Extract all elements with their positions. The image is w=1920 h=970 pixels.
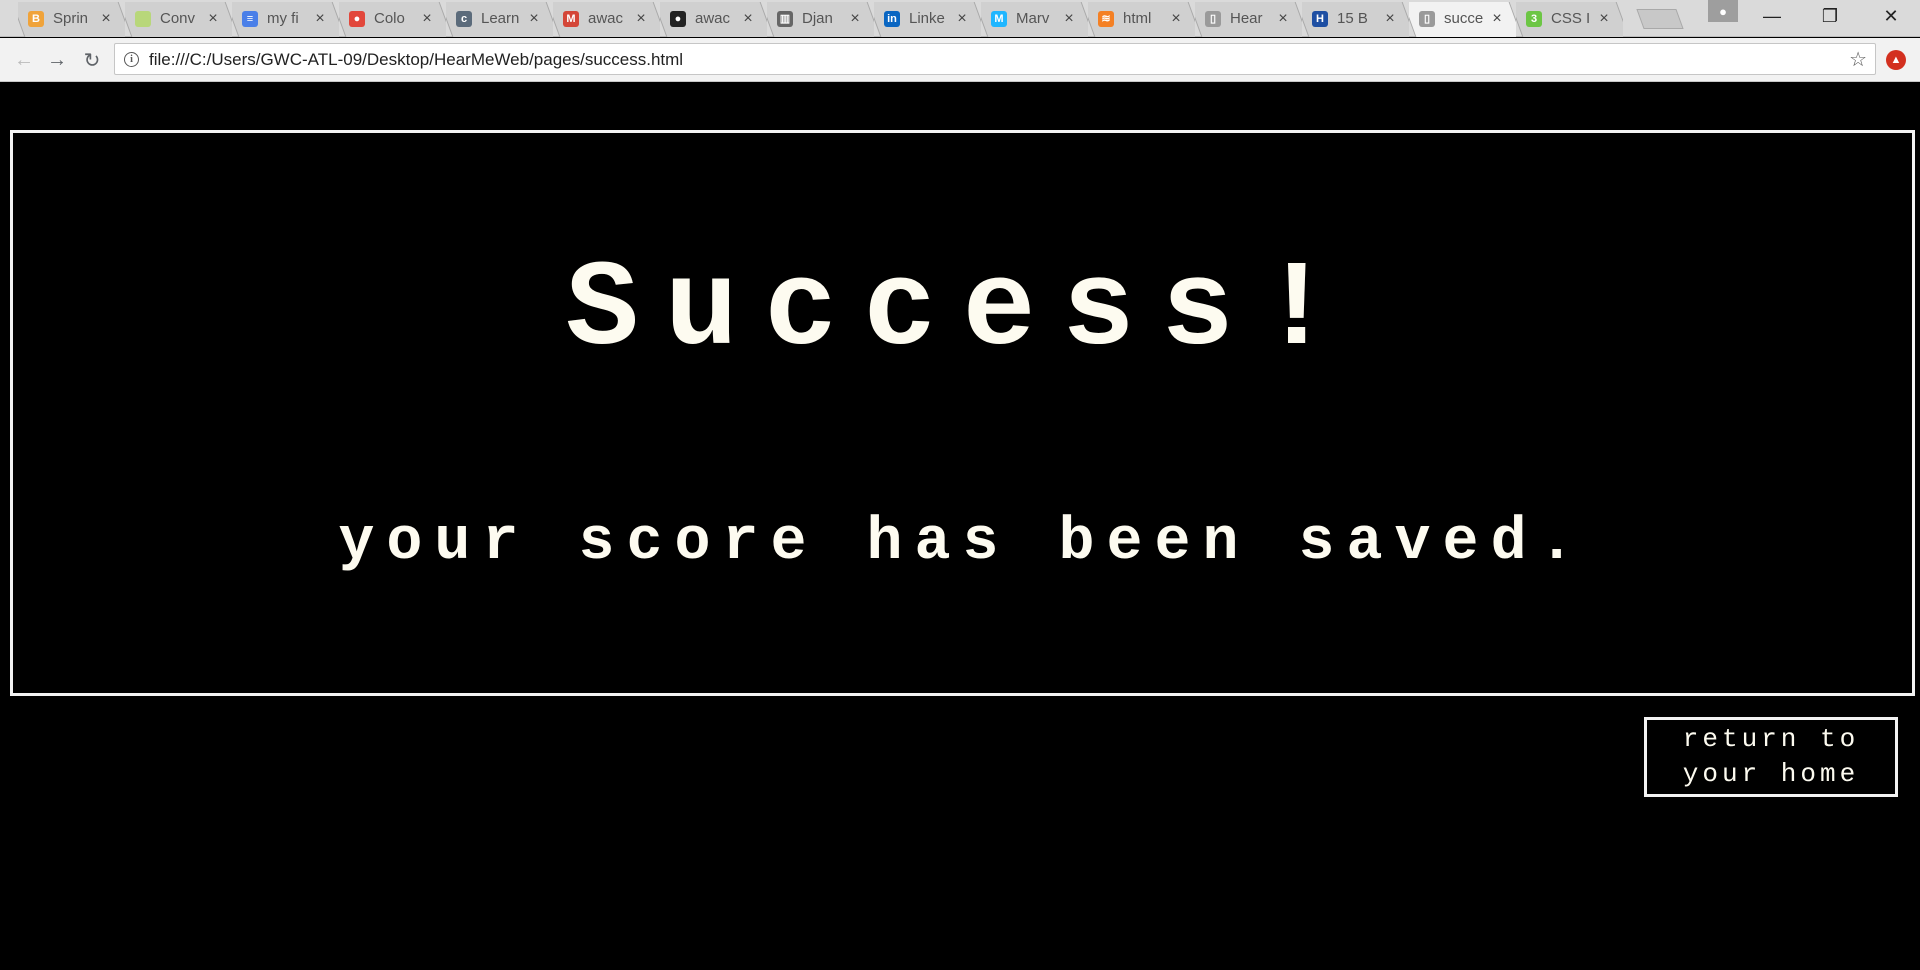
tab-title: awac [588, 10, 624, 27]
close-tab-icon[interactable]: × [955, 10, 969, 28]
browser-tab[interactable]: H 15 B × [1302, 0, 1409, 37]
tab-title: Marv [1016, 10, 1050, 27]
gmail-icon: M [563, 10, 579, 27]
info-icon[interactable]: i [124, 52, 139, 67]
minimize-icon[interactable]: — [1743, 0, 1801, 32]
tab-title: Djan [802, 10, 833, 27]
tab-title: Sprin [53, 10, 89, 27]
file-icon: ▯ [1205, 10, 1221, 27]
file-icon: ▯ [1419, 10, 1435, 27]
tab-title: Hear [1230, 10, 1263, 27]
address-bar[interactable]: i file:///C:/Users/GWC-ATL-09/Desktop/He… [114, 43, 1876, 75]
tab-strip: B Sprin × Conv × ≡ my fi × ● Colo × c Learn × Mawac × ● a… [0, 0, 1920, 37]
tab-title: awac [695, 10, 731, 27]
codecademy-icon: c [456, 10, 472, 27]
close-tab-icon[interactable]: × [848, 10, 862, 28]
browser-tab[interactable]: Mawac × [553, 0, 660, 37]
tab-title: CSS I [1551, 10, 1591, 27]
extension-icon[interactable]: ▲ [1886, 50, 1906, 70]
browser-tab[interactable]: ▯ Hear × [1195, 0, 1302, 37]
close-tab-icon[interactable]: × [527, 10, 541, 28]
browser-tab[interactable]: ● awac × [660, 0, 767, 37]
css-icon: 3 [1526, 10, 1542, 27]
tab-title: 15 B [1337, 10, 1368, 27]
browser-tab[interactable]: ▯ succe × [1409, 0, 1516, 37]
tab-list: B Sprin × Conv × ≡ my fi × ● Colo × c Learn × Mawac × ● a… [18, 0, 1623, 37]
github-icon: ● [670, 10, 686, 27]
h-logo-icon: H [1312, 10, 1328, 27]
close-tab-icon[interactable]: × [1597, 10, 1611, 28]
bootstrap-icon: B [28, 10, 44, 27]
restore-icon[interactable]: ❐ [1801, 0, 1859, 32]
convert-icon [135, 10, 151, 27]
tab-title: Conv [160, 10, 196, 27]
close-tab-icon[interactable]: × [1276, 10, 1290, 28]
browser-tab[interactable]: c Learn × [446, 0, 553, 37]
return-home-label-line1: return to [1682, 724, 1860, 754]
close-tab-icon[interactable]: × [1062, 10, 1076, 28]
browser-tab[interactable]: ≡ my fi × [232, 0, 339, 37]
close-window-icon[interactable]: ✕ [1862, 0, 1920, 32]
return-home-label-line2: your home [1682, 759, 1860, 789]
close-tab-icon[interactable]: × [1490, 10, 1504, 28]
success-panel: Success! your score has been saved. [10, 130, 1915, 696]
new-tab-button[interactable] [1636, 9, 1684, 29]
close-tab-icon[interactable]: × [741, 10, 755, 28]
reload-icon[interactable]: ↻ [78, 46, 106, 74]
browser-tab[interactable]: ● Colo × [339, 0, 446, 37]
forward-icon[interactable]: → [43, 46, 71, 74]
url-text[interactable]: file:///C:/Users/GWC-ATL-09/Desktop/Hear… [149, 50, 683, 70]
tab-title: html [1123, 10, 1152, 27]
tab-title: Colo [374, 10, 405, 27]
page-title: Success! [565, 241, 1360, 380]
stackoverflow-icon: ≋ [1098, 10, 1114, 27]
marvel-icon: M [991, 10, 1007, 27]
return-home-button[interactable]: return to your home [1644, 717, 1898, 797]
google-docs-icon: ≡ [242, 10, 258, 27]
linkedin-icon: in [884, 10, 900, 27]
profile-icon[interactable]: ● [1708, 0, 1738, 22]
tab-title: Learn [481, 10, 520, 27]
bookmark-star-icon[interactable]: ☆ [1849, 47, 1867, 72]
tab-title: Linke [909, 10, 945, 27]
browser-tab[interactable]: M Marv × [981, 0, 1088, 37]
close-tab-icon[interactable]: × [1383, 10, 1397, 28]
book-icon: ▥ [777, 10, 793, 27]
close-tab-icon[interactable]: × [206, 10, 220, 28]
status-message: your score has been saved. [338, 509, 1587, 577]
browser-tab[interactable]: B Sprin × [18, 0, 125, 37]
color-wheel-icon: ● [349, 10, 365, 27]
browser-tab[interactable]: in Linke × [874, 0, 981, 37]
browser-tab[interactable]: Conv × [125, 0, 232, 37]
tab-title: my fi [267, 10, 299, 27]
browser-tab[interactable]: ≋ html × [1088, 0, 1195, 37]
close-tab-icon[interactable]: × [99, 10, 113, 28]
close-tab-icon[interactable]: × [634, 10, 648, 28]
browser-tab[interactable]: ▥ Djan × [767, 0, 874, 37]
close-tab-icon[interactable]: × [313, 10, 327, 28]
back-icon[interactable]: ← [10, 46, 38, 74]
browser-toolbar: ← → ↻ i file:///C:/Users/GWC-ATL-09/Desk… [0, 38, 1920, 82]
close-tab-icon[interactable]: × [420, 10, 434, 28]
browser-tab[interactable]: 3 CSS I × [1516, 0, 1623, 37]
close-tab-icon[interactable]: × [1169, 10, 1183, 28]
page-content: Success! your score has been saved. retu… [0, 83, 1920, 970]
tab-title: succe [1444, 10, 1484, 27]
